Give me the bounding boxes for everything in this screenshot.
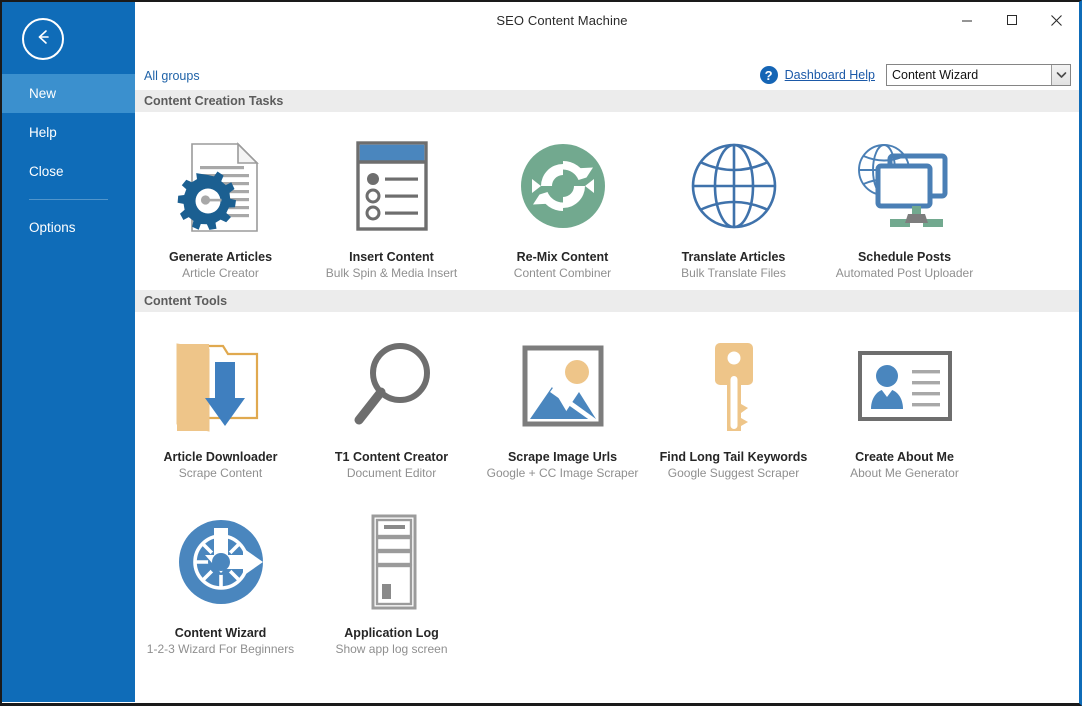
tile-subtitle: Article Creator xyxy=(182,266,259,280)
maximize-button[interactable] xyxy=(989,5,1034,35)
tile-title: Generate Articles xyxy=(168,250,273,264)
window-title: SEO Content Machine xyxy=(496,12,628,28)
sidebar-item-options[interactable]: Options xyxy=(2,208,135,247)
tile-subtitle: Scrape Content xyxy=(178,466,263,480)
tile-subtitle: Bulk Spin & Media Insert xyxy=(325,266,458,280)
key-icon xyxy=(676,330,792,442)
back-arrow-icon xyxy=(32,26,54,53)
tile-schedule-posts[interactable]: Schedule Posts Automated Post Uploader xyxy=(819,112,990,288)
server-tower-icon xyxy=(334,506,450,618)
sidebar: New Help Close Options xyxy=(2,2,135,702)
title-bar: SEO Content Machine xyxy=(135,2,1079,38)
sidebar-item-label: New xyxy=(29,86,57,101)
sidebar-item-label: Help xyxy=(29,125,57,140)
tile-subtitle: Automated Post Uploader xyxy=(835,266,974,280)
tile-title: Find Long Tail Keywords xyxy=(659,450,808,464)
tile-subtitle: Content Combiner xyxy=(513,266,612,280)
magnifier-icon xyxy=(334,330,450,442)
chevron-down-icon[interactable] xyxy=(1051,65,1070,85)
tile-translate-articles[interactable]: Translate Articles Bulk Translate Files xyxy=(648,112,819,288)
tile-title: Application Log xyxy=(344,626,439,640)
content-area: All groups ? Dashboard Help Content Wiza… xyxy=(135,38,1079,703)
tile-title: Article Downloader xyxy=(163,450,278,464)
section-header-content-tools: Content Tools xyxy=(135,290,1079,312)
tile-title: Insert Content xyxy=(349,250,434,264)
tile-subtitle: About Me Generator xyxy=(850,466,959,480)
folder-download-icon xyxy=(163,330,279,442)
tile-grid-content-creation: Generate Articles Article Creator Insert… xyxy=(135,112,1079,290)
tile-application-log[interactable]: Application Log Show app log screen xyxy=(306,488,477,664)
minimize-icon xyxy=(961,14,973,26)
group-select[interactable]: Content Wizard xyxy=(886,64,1071,86)
help-cluster: ? Dashboard Help Content Wizard xyxy=(759,64,1071,86)
dashboard-help-link[interactable]: Dashboard Help xyxy=(785,68,875,82)
close-button[interactable] xyxy=(1034,5,1079,35)
tile-subtitle: Document Editor xyxy=(346,466,437,480)
close-icon xyxy=(1050,14,1063,27)
all-groups-link[interactable]: All groups xyxy=(144,69,200,83)
tile-create-about-me[interactable]: Create About Me About Me Generator xyxy=(819,312,990,488)
group-select-value: Content Wizard xyxy=(892,68,979,82)
sidebar-item-label: Close xyxy=(29,164,64,179)
contact-card-icon xyxy=(847,330,963,442)
tile-title: Translate Articles xyxy=(681,250,786,264)
sidebar-item-label: Options xyxy=(29,220,76,235)
tile-t1-content-creator[interactable]: T1 Content Creator Document Editor xyxy=(306,312,477,488)
sidebar-item-close[interactable]: Close xyxy=(2,152,135,191)
tile-title: Create About Me xyxy=(855,450,954,464)
tile-content-wizard[interactable]: Content Wizard 1-2-3 Wizard For Beginner… xyxy=(135,488,306,664)
tile-title: Content Wizard xyxy=(174,626,267,640)
tile-article-downloader[interactable]: Article Downloader Scrape Content xyxy=(135,312,306,488)
tile-scrape-image-urls[interactable]: Scrape Image Urls Google + CC Image Scra… xyxy=(477,312,648,488)
window-controls xyxy=(944,2,1079,38)
tile-re-mix-content[interactable]: Re-Mix Content Content Combiner xyxy=(477,112,648,288)
tile-find-long-tail-keywords[interactable]: Find Long Tail Keywords Google Suggest S… xyxy=(648,312,819,488)
dashboard-toolbar: All groups ? Dashboard Help Content Wiza… xyxy=(135,38,1079,90)
tile-title: Schedule Posts xyxy=(857,250,952,264)
tile-subtitle: Google Suggest Scraper xyxy=(667,466,800,480)
tile-title: Re-Mix Content xyxy=(516,250,609,264)
picture-icon xyxy=(505,330,621,442)
app-window: New Help Close Options SEO Content Machi… xyxy=(0,0,1082,706)
section-header-content-creation-tasks: Content Creation Tasks xyxy=(135,90,1079,112)
tile-subtitle: Bulk Translate Files xyxy=(681,266,786,280)
tile-title: Scrape Image Urls xyxy=(507,450,618,464)
sidebar-nav: New Help Close Options xyxy=(2,74,135,247)
tile-insert-content[interactable]: Insert Content Bulk Spin & Media Insert xyxy=(306,112,477,288)
globe-monitor-network-icon xyxy=(847,130,963,242)
sidebar-separator xyxy=(29,199,108,200)
sidebar-item-new[interactable]: New xyxy=(2,74,135,113)
question-mark-icon[interactable]: ? xyxy=(759,66,778,84)
tile-title: T1 Content Creator xyxy=(334,450,449,464)
tile-grid-content-tools: Article Downloader Scrape Content T1 Con… xyxy=(135,312,1079,664)
globe-icon xyxy=(676,130,792,242)
back-button[interactable] xyxy=(22,18,64,60)
list-window-icon xyxy=(334,130,450,242)
tile-subtitle: Show app log screen xyxy=(335,642,448,656)
refresh-circle-icon xyxy=(505,130,621,242)
document-gear-icon xyxy=(163,130,279,242)
minimize-button[interactable] xyxy=(944,5,989,35)
sidebar-item-help[interactable]: Help xyxy=(2,113,135,152)
donut-arrow-icon xyxy=(163,506,279,618)
tile-subtitle: 1-2-3 Wizard For Beginners xyxy=(146,642,295,656)
tile-subtitle: Google + CC Image Scraper xyxy=(486,466,639,480)
maximize-icon xyxy=(1006,14,1018,26)
tile-generate-articles[interactable]: Generate Articles Article Creator xyxy=(135,112,306,288)
